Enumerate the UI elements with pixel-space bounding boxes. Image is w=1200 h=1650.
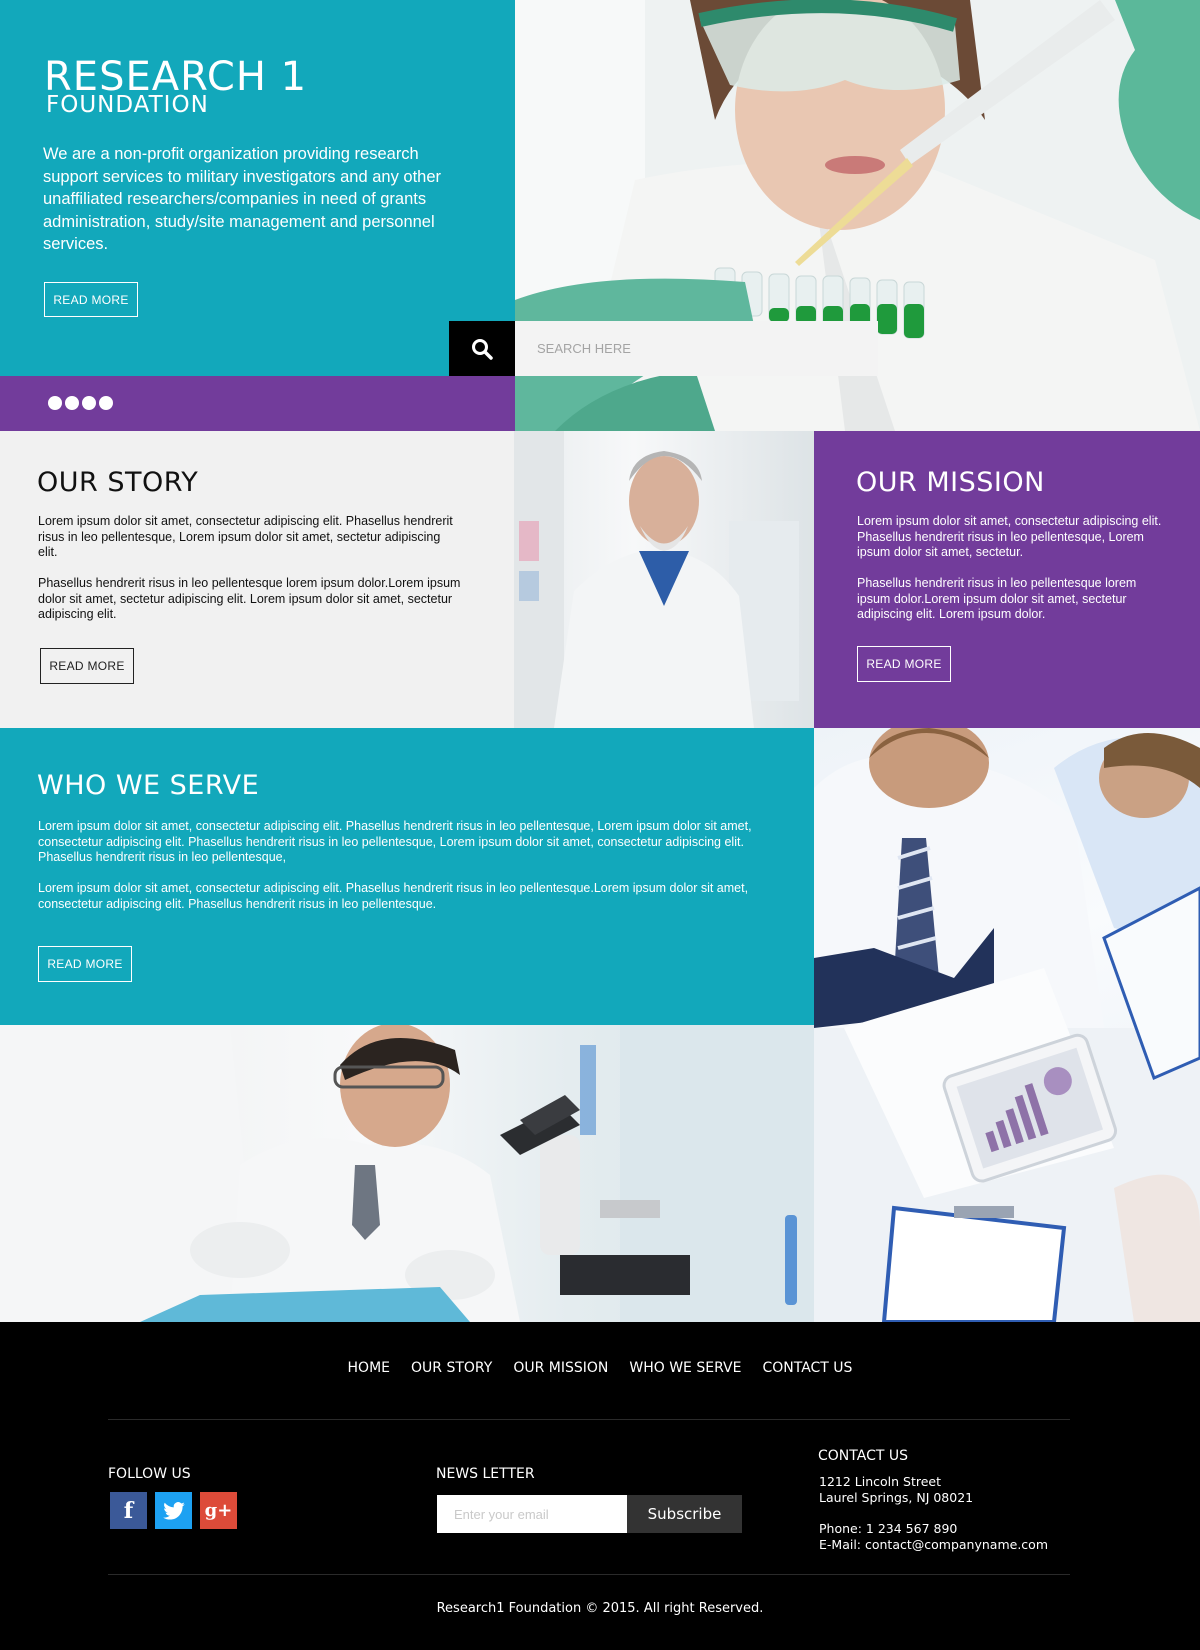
copyright-text: Research1 Foundation © 2015. All right R… <box>436 1601 764 1616</box>
nav-our-mission[interactable]: OUR MISSION <box>513 1360 608 1376</box>
contact-address-line-2: Laurel Springs, NJ 08021 <box>819 1490 974 1505</box>
contact-phone: Phone: 1 234 567 890 <box>819 1521 958 1536</box>
who-we-serve-section: WHO WE SERVE Lorem ipsum dolor sit amet,… <box>0 728 814 1025</box>
newsletter-title: NEWS LETTER <box>436 1466 535 1482</box>
google-plus-icon[interactable]: g+ <box>200 1492 237 1529</box>
nav-contact-us[interactable]: CONTACT US <box>762 1360 852 1376</box>
logo-subtitle: FOUNDATION <box>46 92 209 118</box>
our-story-paragraph-2: Phasellus hendrerit risus in leo pellent… <box>38 576 461 621</box>
search-icon <box>472 338 493 360</box>
slider-dot-2[interactable] <box>65 396 79 410</box>
who-we-serve-paragraph-1: Lorem ipsum dolor sit amet, consectetur … <box>38 819 752 864</box>
search-input[interactable] <box>515 321 878 376</box>
slider-dots <box>48 396 113 410</box>
nav-who-we-serve[interactable]: WHO WE SERVE <box>629 1360 741 1376</box>
our-mission-section: OUR MISSION Lorem ipsum dolor sit amet, … <box>814 431 1200 728</box>
who-we-serve-read-more-button[interactable]: READ MORE <box>38 946 132 982</box>
our-mission-title: OUR MISSION <box>856 467 1045 498</box>
our-story-paragraph-1: Lorem ipsum dolor sit amet, consectetur … <box>38 514 453 559</box>
our-mission-read-more-button[interactable]: READ MORE <box>857 646 951 682</box>
who-we-serve-paragraph-2: Lorem ipsum dolor sit amet, consectetur … <box>38 881 749 911</box>
facebook-icon[interactable]: f <box>110 1492 147 1529</box>
contact-email[interactable]: E-Mail: contact@companyname.com <box>819 1537 1048 1553</box>
slider-dot-3[interactable] <box>82 396 96 410</box>
subscribe-button[interactable]: Subscribe <box>627 1495 742 1533</box>
hero-description: We are a non-profit organization providi… <box>43 145 442 253</box>
lab-image-microscope <box>0 1025 814 1322</box>
follow-us-title: FOLLOW US <box>108 1466 191 1482</box>
portrait-image-scientist <box>514 431 814 728</box>
our-story-section: OUR STORY Lorem ipsum dolor sit amet, co… <box>0 431 514 728</box>
search-button[interactable] <box>449 321 515 376</box>
slider-dot-4[interactable] <box>99 396 113 410</box>
nav-our-story[interactable]: OUR STORY <box>411 1360 492 1376</box>
social-icons: f g+ <box>110 1492 237 1529</box>
our-mission-paragraph-2: Phasellus hendrerit risus in leo pellent… <box>857 576 1137 621</box>
newsletter-email-input[interactable] <box>437 1495 627 1533</box>
nav-home[interactable]: HOME <box>348 1360 390 1376</box>
our-story-read-more-button[interactable]: READ MORE <box>40 648 134 684</box>
who-we-serve-title: WHO WE SERVE <box>37 770 260 801</box>
footer-nav: HOME OUR STORY OUR MISSION WHO WE SERVE … <box>0 1360 1200 1376</box>
footer-divider-bottom <box>108 1574 1070 1575</box>
hero-read-more-button[interactable]: READ MORE <box>44 282 138 317</box>
contact-us-title: CONTACT US <box>818 1448 908 1464</box>
our-story-title: OUR STORY <box>37 467 199 498</box>
twitter-icon[interactable] <box>155 1492 192 1529</box>
contact-address-line-1: 1212 Lincoln Street <box>819 1474 942 1489</box>
meeting-image-business <box>814 728 1200 1322</box>
footer-divider-top <box>108 1419 1070 1420</box>
slider-dot-1[interactable] <box>48 396 62 410</box>
our-mission-paragraph-1: Lorem ipsum dolor sit amet, consectetur … <box>857 514 1162 559</box>
